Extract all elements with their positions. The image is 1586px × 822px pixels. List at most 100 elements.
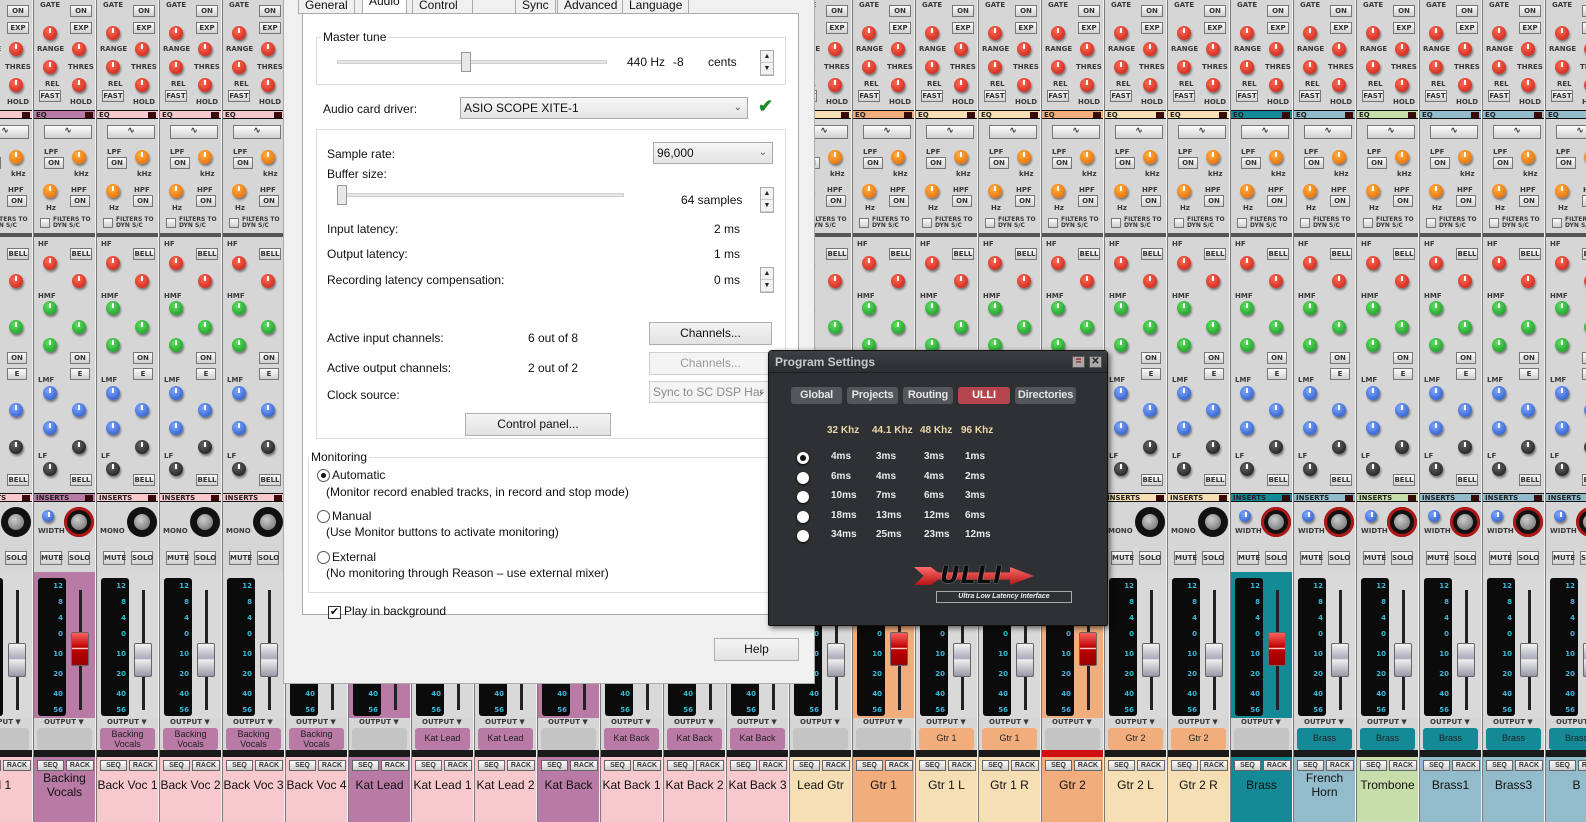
rack-button[interactable]: RACK: [381, 760, 409, 771]
hf-freq-knob[interactable]: [1332, 274, 1346, 288]
lpf-on-button[interactable]: ON: [989, 157, 1009, 169]
seq-button[interactable]: SEQ: [478, 760, 505, 771]
seq-button[interactable]: SEQ: [1549, 760, 1576, 771]
hpf-on-button[interactable]: ON: [1519, 195, 1539, 207]
channel-name[interactable]: Kat Lead 1: [412, 778, 473, 792]
gate-fast-button[interactable]: FAST: [1488, 90, 1510, 102]
lf-bell-button[interactable]: BELL: [1141, 474, 1163, 486]
lf-gain-knob[interactable]: [1429, 462, 1443, 476]
tab-language[interactable]: Language: [622, 0, 690, 14]
hmf-on-button[interactable]: ON: [1582, 352, 1586, 364]
eq-curve-button[interactable]: ∿: [44, 125, 92, 139]
hpf-on-button[interactable]: ON: [1582, 195, 1586, 207]
mute-button[interactable]: MUTE: [40, 551, 63, 565]
inserts-header[interactable]: INSERTS: [34, 493, 95, 502]
hpf-freq-knob[interactable]: [988, 184, 1002, 198]
lmf-gain-knob[interactable]: [1429, 386, 1443, 400]
hmf-on-button[interactable]: ON: [1456, 352, 1476, 364]
rack-button[interactable]: RACK: [444, 760, 472, 771]
spin-down-icon[interactable]: ▼: [761, 200, 773, 212]
hmf-freq-knob[interactable]: [135, 320, 149, 334]
eq-header[interactable]: EQ: [1483, 110, 1544, 119]
rack-button[interactable]: RACK: [507, 760, 535, 771]
channel-name[interactable]: Lead Gtr: [790, 778, 851, 792]
output-select[interactable]: Backing Vocals: [226, 728, 281, 750]
eq-header[interactable]: EQ: [1357, 110, 1418, 119]
hpf-on-button[interactable]: ON: [196, 195, 216, 207]
monitoring-manual-radio[interactable]: [317, 510, 330, 523]
hpf-on-button[interactable]: ON: [826, 195, 846, 207]
channel-name[interactable]: Back Voc 1: [97, 778, 158, 792]
lmf-freq-knob[interactable]: [135, 403, 149, 417]
lf-freq-knob[interactable]: [261, 440, 275, 454]
hf-gain-knob[interactable]: [1240, 256, 1254, 270]
e-button[interactable]: E: [1330, 368, 1350, 380]
channel-name[interactable]: French Horn: [1294, 771, 1355, 799]
channel-name[interactable]: Brass3: [1483, 778, 1544, 792]
channel-name[interactable]: Gtr 2 R: [1168, 778, 1229, 792]
filters-to-dyn-checkbox[interactable]: [40, 218, 50, 228]
hmf-q-knob[interactable]: [1240, 338, 1254, 352]
gate-on-button[interactable]: ON: [1582, 5, 1586, 17]
filters-to-dyn-checkbox[interactable]: [1300, 218, 1310, 228]
gate-fast-button[interactable]: FAST: [1299, 90, 1321, 102]
lmf-gain-knob[interactable]: [232, 386, 246, 400]
output-select[interactable]: Backing Vocals: [163, 728, 218, 750]
hmf-gain-knob[interactable]: [925, 301, 939, 315]
lmf-freq-knob[interactable]: [1269, 403, 1283, 417]
solo-button[interactable]: SOLO: [1391, 551, 1413, 565]
channel-name[interactable]: Gtr 2 L: [1105, 778, 1166, 792]
gate-fast-button[interactable]: FAST: [102, 90, 124, 102]
eq-header[interactable]: EQ: [1042, 110, 1103, 119]
eq-curve-button[interactable]: ∿: [170, 125, 218, 139]
gate-exp-button[interactable]: EXP: [1078, 22, 1100, 34]
lmf-q-knob[interactable]: [43, 421, 57, 435]
seq-button[interactable]: SEQ: [1423, 760, 1450, 771]
gate-on-button[interactable]: ON: [952, 5, 974, 17]
lpf-on-button[interactable]: ON: [233, 157, 253, 169]
gate-thres-knob[interactable]: [1143, 42, 1157, 56]
rack-button[interactable]: RACK: [759, 760, 787, 771]
lmf-gain-knob[interactable]: [1303, 386, 1317, 400]
mute-button[interactable]: MUTE: [166, 551, 189, 565]
lmf-gain-knob[interactable]: [1492, 386, 1506, 400]
hpf-freq-knob[interactable]: [925, 184, 939, 198]
volume-fader[interactable]: [197, 643, 215, 677]
rack-button[interactable]: RACK: [1200, 760, 1228, 771]
monitoring-automatic-label[interactable]: Automatic: [332, 468, 385, 482]
mute-button[interactable]: MUTE: [1552, 551, 1575, 565]
mute-button[interactable]: MUTE: [1489, 551, 1512, 565]
lpf-freq-knob[interactable]: [1143, 150, 1157, 164]
pan-knob[interactable]: [1387, 507, 1417, 537]
lf-gain-knob[interactable]: [1492, 462, 1506, 476]
gate-hold-knob[interactable]: [1143, 78, 1157, 92]
hf-bell-button[interactable]: BELL: [1393, 248, 1415, 260]
mute-button[interactable]: MUTE: [229, 551, 252, 565]
seq-button[interactable]: SEQ: [793, 760, 820, 771]
filters-to-dyn-checkbox[interactable]: [1237, 218, 1247, 228]
seq-button[interactable]: SEQ: [100, 760, 127, 771]
gate-exp-button[interactable]: EXP: [1015, 22, 1037, 34]
rack-button[interactable]: RACK: [948, 760, 976, 771]
gate-on-button[interactable]: ON: [1204, 5, 1226, 17]
eq-header[interactable]: EQ: [1231, 110, 1292, 119]
hmf-freq-knob[interactable]: [198, 320, 212, 334]
hf-bell-button[interactable]: BELL: [1456, 248, 1478, 260]
gate-exp-button[interactable]: EXP: [1267, 22, 1289, 34]
hmf-q-knob[interactable]: [1177, 338, 1191, 352]
rack-button[interactable]: RACK: [255, 760, 283, 771]
hf-bell-button[interactable]: BELL: [1204, 248, 1226, 260]
seq-button[interactable]: SEQ: [352, 760, 379, 771]
eq-curve-button[interactable]: ∿: [1493, 125, 1541, 139]
filters-to-dyn-checkbox[interactable]: [1174, 218, 1184, 228]
rack-button[interactable]: RACK: [129, 760, 157, 771]
filters-to-dyn-checkbox[interactable]: [922, 218, 932, 228]
seq-button[interactable]: SEQ: [667, 760, 694, 771]
e-button[interactable]: E: [1393, 368, 1413, 380]
spin-down-icon[interactable]: ▼: [761, 63, 773, 75]
rack-button[interactable]: RACK: [192, 760, 220, 771]
hf-bell-button[interactable]: BELL: [1582, 248, 1586, 260]
width-knob[interactable]: [1302, 510, 1314, 522]
hmf-gain-knob[interactable]: [43, 301, 57, 315]
gate-thres-knob[interactable]: [261, 42, 275, 56]
